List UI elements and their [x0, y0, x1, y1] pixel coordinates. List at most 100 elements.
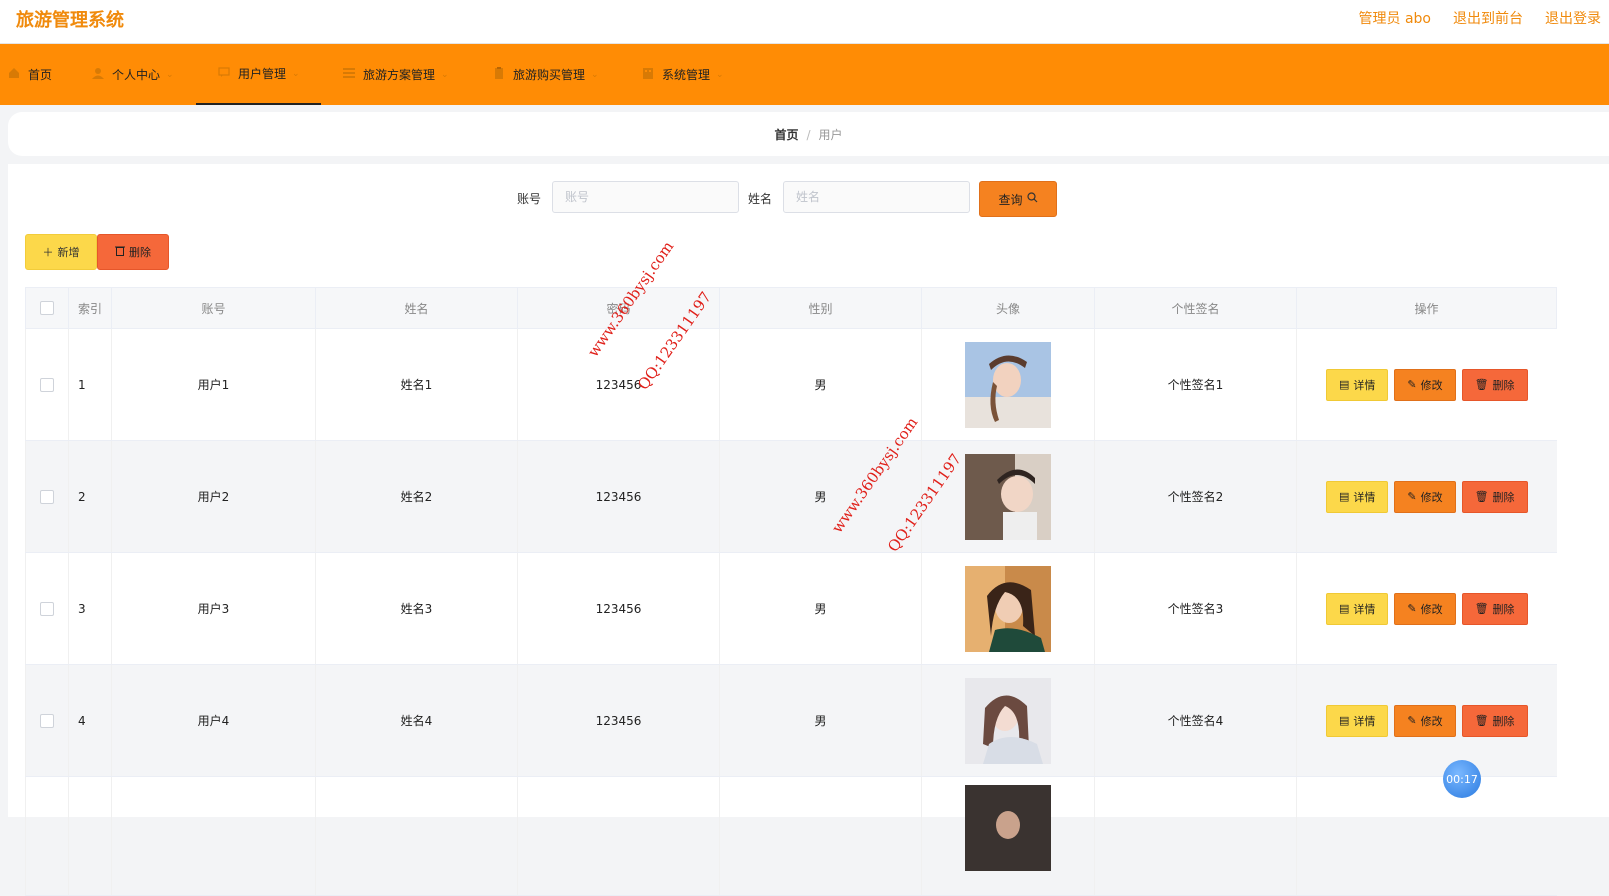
pencil-icon: ✎: [1407, 602, 1417, 615]
admin-label[interactable]: 管理员 abo: [1359, 8, 1431, 28]
nav-item-system[interactable]: 系统管理 ⌄: [642, 44, 724, 105]
document-icon: ▤: [1338, 490, 1350, 503]
delete-label: 删除: [1492, 490, 1515, 504]
chevron-down-icon: ⌄: [441, 69, 449, 80]
detail-button[interactable]: ▤ 详情: [1325, 368, 1389, 401]
table-row: 4 用户4 姓名4 123456 男 个性签名4 ▤ 详情 ✎ 修改 🗑 删除: [25, 664, 1557, 777]
edit-label: 修改: [1420, 602, 1443, 616]
header-links: 管理员 abo 退出到前台 退出登录: [1359, 8, 1601, 28]
account-search-input[interactable]: [552, 181, 739, 213]
breadcrumb-current: 用户: [818, 128, 843, 142]
delete-label: 删除: [1492, 714, 1515, 728]
row-name: 姓名4: [315, 664, 518, 777]
name-search-input[interactable]: [783, 181, 970, 213]
account-label: 账号: [517, 192, 542, 206]
building-icon: [642, 67, 654, 82]
delete-button[interactable]: 🗑 删除: [1461, 592, 1528, 625]
delete-button[interactable]: 🗑 删除: [1461, 368, 1528, 401]
breadcrumb: 首页 / 用户: [8, 126, 1609, 143]
row-checkbox[interactable]: [40, 377, 54, 392]
column-header: 性别: [719, 287, 922, 329]
row-signature: 个性签名4: [1094, 664, 1297, 777]
name-label: 姓名: [748, 192, 773, 206]
top-header: 旅游管理系统 管理员 abo 退出到前台 退出登录: [0, 0, 1609, 44]
column-header: 账号: [111, 287, 316, 329]
table-row: 3 用户3 姓名3 123456 男 个性签名3 ▤ 详情 ✎ 修改 🗑 删除: [25, 552, 1557, 665]
select-all-checkbox[interactable]: [40, 301, 54, 316]
row-gender: 男: [719, 664, 922, 777]
pencil-icon: ✎: [1407, 378, 1417, 391]
row-actions: ▤ 详情 ✎ 修改 🗑 删除: [1298, 480, 1556, 513]
trash-icon: 🗑: [1474, 490, 1489, 503]
column-header: 索引: [68, 287, 112, 329]
nav-item-profile[interactable]: 个人中心 ⌄: [92, 44, 174, 105]
row-checkbox[interactable]: [40, 601, 54, 616]
logout-link[interactable]: 退出登录: [1545, 8, 1601, 28]
row-index: 3: [68, 552, 112, 665]
nav-item-home[interactable]: 首页: [8, 44, 52, 105]
select-all-cell[interactable]: [25, 287, 69, 329]
row-signature: 个性签名2: [1094, 440, 1297, 553]
edit-button[interactable]: ✎ 修改: [1394, 704, 1456, 737]
detail-button[interactable]: ▤ 详情: [1325, 480, 1389, 513]
edit-button[interactable]: ✎ 修改: [1394, 592, 1456, 625]
recording-timer[interactable]: 00:17: [1443, 760, 1481, 798]
pencil-icon: ✎: [1407, 714, 1417, 727]
detail-button[interactable]: ▤ 详情: [1325, 704, 1389, 737]
row-account: 用户2: [111, 440, 316, 553]
nav-item-user-management[interactable]: 用户管理 ⌄: [196, 44, 321, 105]
edit-label: 修改: [1420, 378, 1443, 392]
delete-button[interactable]: 🗑 删除: [1461, 480, 1528, 513]
detail-button[interactable]: ▤ 详情: [1325, 592, 1389, 625]
column-header: 个性签名: [1094, 287, 1297, 329]
row-checkbox[interactable]: [40, 713, 54, 728]
avatar: [965, 565, 1051, 652]
delete-label: 删除: [1492, 602, 1515, 616]
delete-button[interactable]: 🗑 删除: [1461, 704, 1528, 737]
nav-item-travel-plan[interactable]: 旅游方案管理 ⌄: [343, 44, 449, 105]
breadcrumb-home[interactable]: 首页: [774, 128, 798, 142]
list-icon: [343, 67, 355, 82]
user-table: 索引 账号 姓名 密码 性别 头像 个性签名 操作 1 用户1 姓名1 1234…: [25, 287, 1557, 896]
row-actions: ▤ 详情 ✎ 修改 🗑 删除: [1298, 368, 1556, 401]
trash-icon: 🗑: [1474, 602, 1489, 615]
search-icon: [1026, 192, 1038, 206]
table-row: 1 用户1 姓名1 123456 男 个性签名1 ▤ 详情 ✎ 修改 🗑 删除: [25, 328, 1557, 441]
row-gender: 男: [719, 552, 922, 665]
content-panel: 账号 姓名 查询 ＋ 新增 删除 索引 账号 姓名: [8, 164, 1609, 896]
chevron-down-icon: ⌄: [292, 68, 300, 79]
nav-label: 首页: [28, 68, 53, 82]
query-button[interactable]: 查询: [979, 181, 1057, 217]
breadcrumb-separator: /: [806, 128, 811, 142]
row-gender: 男: [719, 328, 922, 441]
avatar: [965, 341, 1051, 428]
table-row: [25, 776, 1557, 896]
row-password: 123456: [517, 664, 720, 777]
row-index: 1: [68, 328, 112, 441]
edit-button[interactable]: ✎ 修改: [1394, 368, 1456, 401]
trash-icon: 🗑: [1474, 714, 1489, 727]
pencil-icon: ✎: [1407, 490, 1417, 503]
document-icon: ▤: [1338, 378, 1350, 391]
batch-delete-button[interactable]: 删除: [97, 234, 169, 270]
chat-icon: [218, 66, 230, 81]
breadcrumb-bar: 首页 / 用户: [8, 112, 1609, 156]
row-checkbox[interactable]: [40, 489, 54, 504]
document-icon: ▤: [1338, 714, 1350, 727]
chevron-down-icon: ⌄: [716, 69, 724, 80]
row-name: 姓名3: [315, 552, 518, 665]
row-gender: 男: [719, 440, 922, 553]
edit-button[interactable]: ✎ 修改: [1394, 480, 1456, 513]
detail-label: 详情: [1353, 378, 1376, 392]
exit-to-frontend-link[interactable]: 退出到前台: [1453, 8, 1523, 28]
row-account: 用户4: [111, 664, 316, 777]
row-signature: 个性签名3: [1094, 552, 1297, 665]
avatar: [965, 785, 1051, 871]
query-label: 查询: [998, 192, 1023, 207]
trash-icon: 🗑: [1474, 378, 1489, 391]
chevron-down-icon: ⌄: [166, 69, 174, 80]
nav-item-travel-purchase[interactable]: 旅游购买管理 ⌄: [493, 44, 599, 105]
row-name: 姓名1: [315, 328, 518, 441]
row-password: 123456: [517, 440, 720, 553]
add-button[interactable]: ＋ 新增: [25, 234, 97, 270]
